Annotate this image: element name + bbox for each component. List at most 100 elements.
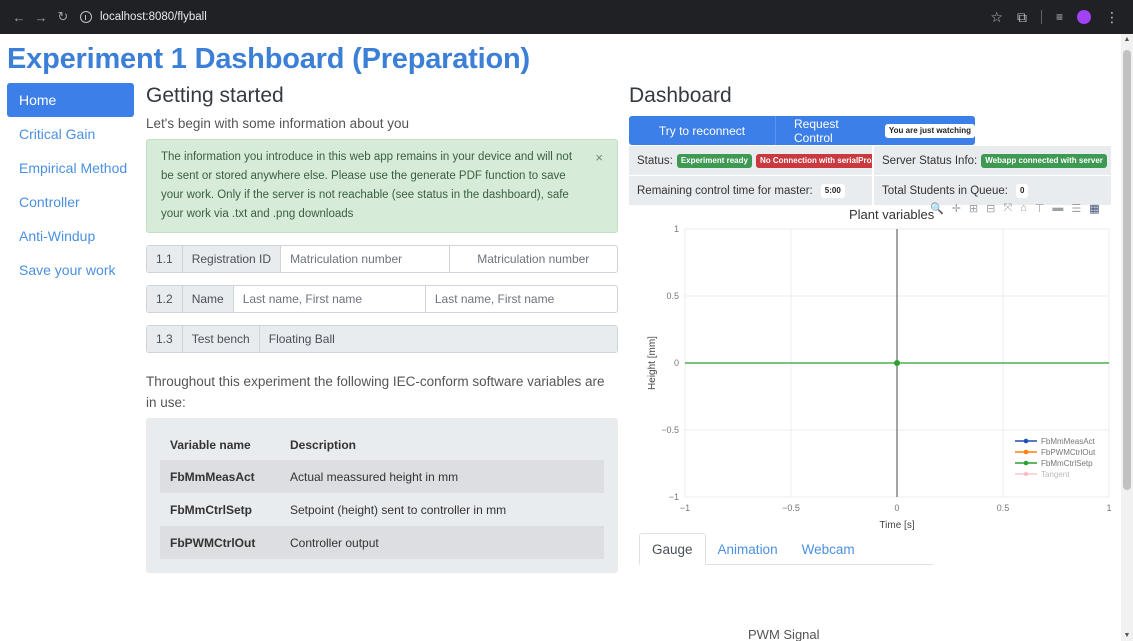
browser-menu-icon[interactable]: ⋮ — [1105, 9, 1119, 26]
scrollbar-thumb[interactable] — [1123, 50, 1131, 490]
field-label: Test bench — [182, 326, 260, 352]
server-status-badge: Webapp connected with server — [981, 153, 1107, 168]
field-label: Registration ID — [182, 246, 282, 272]
variables-intro: Throughout this experiment the following… — [146, 374, 605, 410]
request-control-label: Request Control — [794, 116, 839, 145]
variable-description: Controller output — [290, 535, 379, 550]
back-arrow-icon[interactable]: ← — [8, 10, 30, 25]
address-bar[interactable]: localhost:8080/flyball — [80, 11, 207, 23]
legend-marker — [1023, 471, 1029, 477]
close-icon[interactable]: × — [595, 148, 603, 167]
column-header: Description — [290, 438, 357, 452]
plant-variables-plot[interactable]: Plant variables 🔍 ✛ ⊞ ⊟ ⤧ ⌂ ⊤ ▬ ☰ ▦ −1 −0… — [639, 199, 1115, 535]
queue-label: Total Students in Queue: — [882, 184, 1008, 197]
remaining-time-badge: 5:00 — [820, 183, 845, 198]
url-text[interactable]: localhost:8080/flyball — [100, 11, 207, 23]
request-control-button[interactable]: Request Control You are just watching — [775, 116, 975, 145]
field-number: 1.3 — [147, 326, 183, 352]
variable-name: FbPWMCtrlOut — [170, 535, 256, 550]
remaining-time-label: Remaining control time for master: — [637, 184, 813, 197]
tab-gauge[interactable]: Gauge — [639, 533, 706, 565]
page-scrollbar[interactable]: ▲ ▼ — [1121, 34, 1133, 641]
sidebar-item-controller[interactable]: Controller — [7, 185, 134, 219]
page-title: Experiment 1 Dashboard (Preparation) — [7, 43, 530, 75]
column-header: Variable name — [170, 438, 251, 452]
site-info-icon[interactable] — [80, 11, 92, 23]
server-status-label: Server Status Info: — [882, 154, 978, 167]
tab-animation[interactable]: Animation — [706, 533, 790, 565]
legend-marker — [1023, 449, 1029, 455]
home-icon[interactable]: ⌂ — [1020, 202, 1027, 215]
field-label: Name — [182, 286, 234, 312]
registration-id-group: 1.1 Registration ID Matriculation number… — [146, 245, 618, 273]
zoom-in-icon[interactable]: ⊞ — [969, 202, 978, 215]
dashboard-heading: Dashboard — [629, 84, 732, 107]
field-number: 1.2 — [147, 286, 183, 312]
reload-icon[interactable]: ↻ — [52, 9, 74, 25]
privacy-alert: The information you introduce in this we… — [146, 139, 618, 233]
table-row: FbPWMCtrlOut Controller output — [160, 526, 604, 559]
pan-icon[interactable]: ✛ — [952, 202, 961, 215]
sidebar-item-home[interactable]: Home — [7, 83, 134, 117]
field-number: 1.1 — [147, 246, 183, 272]
reading-list-icon[interactable]: ≡ — [1056, 10, 1063, 24]
legend-entry: Tangent — [1041, 470, 1070, 479]
zoom-icon[interactable]: 🔍 — [930, 202, 944, 215]
y-tick-label: 1 — [674, 224, 679, 234]
status-grid: Status: Experiment ready No Connection w… — [629, 146, 1111, 205]
sidebar-item-anti-windup[interactable]: Anti-Windup — [7, 219, 134, 253]
zoom-out-icon[interactable]: ⊟ — [986, 202, 995, 215]
sidebar-nav: Home Critical Gain Empirical Method Cont… — [7, 83, 134, 287]
section-heading: Getting started — [146, 84, 284, 107]
bookmark-star-icon[interactable]: ☆ — [990, 9, 1003, 26]
server-status-cell: Server Status Info: Webapp connected wit… — [874, 146, 1111, 175]
spike-lines-icon[interactable]: ⊤ — [1035, 202, 1045, 215]
scroll-down-icon[interactable]: ▼ — [1123, 632, 1131, 639]
legend-marker — [1023, 460, 1029, 466]
hover-compare-icon[interactable]: ☰ — [1071, 202, 1081, 215]
plot-modebar: 🔍 ✛ ⊞ ⊟ ⤧ ⌂ ⊤ ▬ ☰ ▦ — [930, 202, 1100, 215]
x-tick-label: 0 — [894, 503, 899, 513]
plot-canvas[interactable]: −1 −0.5 0 0.5 1 1 0.5 0 −0.5 −1 Time [s] Height [mm… — [639, 199, 1115, 535]
x-tick-label: −0.5 — [782, 503, 800, 513]
queue-badge: 0 — [1015, 183, 1029, 198]
y-tick-label: 0.5 — [666, 291, 679, 301]
tab-webcam[interactable]: Webcam — [790, 533, 867, 565]
legend-entry: FbMmCtrlSetp — [1041, 459, 1093, 468]
x-axis-label: Time [s] — [879, 520, 914, 531]
sidebar-item-critical-gain[interactable]: Critical Gain — [7, 117, 134, 151]
name-input-2[interactable]: Last name, First name — [426, 286, 617, 312]
scroll-up-icon[interactable]: ▲ — [1123, 36, 1131, 43]
profile-avatar[interactable] — [1077, 10, 1091, 24]
section-lead: Let's begin with some information about … — [146, 116, 409, 131]
matriculation-input-1[interactable]: Matriculation number — [281, 246, 450, 272]
view-tabs: Gauge Animation Webcam — [639, 533, 933, 565]
y-tick-label: 0 — [674, 358, 679, 368]
matriculation-input-2[interactable]: Matriculation number — [450, 246, 617, 272]
autoscale-icon[interactable]: ⤧ — [1003, 202, 1012, 215]
name-input-1[interactable]: Last name, First name — [234, 286, 426, 312]
table-row: FbMmCtrlSetp Setpoint (height) sent to c… — [160, 493, 604, 526]
test-bench-group: 1.3 Test bench Floating Ball — [146, 325, 618, 353]
reconnect-button[interactable]: Try to reconnect — [629, 116, 775, 145]
plotly-logo-icon[interactable]: ▦ — [1089, 202, 1099, 215]
y-tick-label: −0.5 — [661, 425, 679, 435]
sidebar-item-empirical-method[interactable]: Empirical Method — [7, 151, 134, 185]
x-tick-label: 0.5 — [997, 503, 1010, 513]
watching-badge: You are just watching — [884, 123, 975, 138]
alert-text: The information you introduce in this we… — [161, 151, 573, 220]
y-tick-label: −1 — [669, 492, 679, 502]
hover-closest-icon[interactable]: ▬ — [1052, 202, 1063, 215]
extensions-icon[interactable]: ⧉ — [1017, 9, 1027, 26]
forward-arrow-icon[interactable]: → — [30, 10, 52, 25]
table-row: FbMmMeasAct Actual meassured height in m… — [160, 460, 604, 493]
x-tick-label: −1 — [680, 503, 690, 513]
name-group: 1.2 Name Last name, First name Last name… — [146, 285, 618, 313]
control-buttons: Try to reconnect Request Control You are… — [629, 116, 1111, 145]
toolbar-divider — [1040, 10, 1042, 24]
dashboard-panel: Dashboard Try to reconnect Request Contr… — [629, 84, 1111, 205]
sidebar-item-save-your-work[interactable]: Save your work — [7, 253, 134, 287]
legend-marker — [1023, 438, 1029, 444]
plot-title: Plant variables — [849, 207, 935, 222]
variable-name: FbMmCtrlSetp — [170, 502, 252, 517]
